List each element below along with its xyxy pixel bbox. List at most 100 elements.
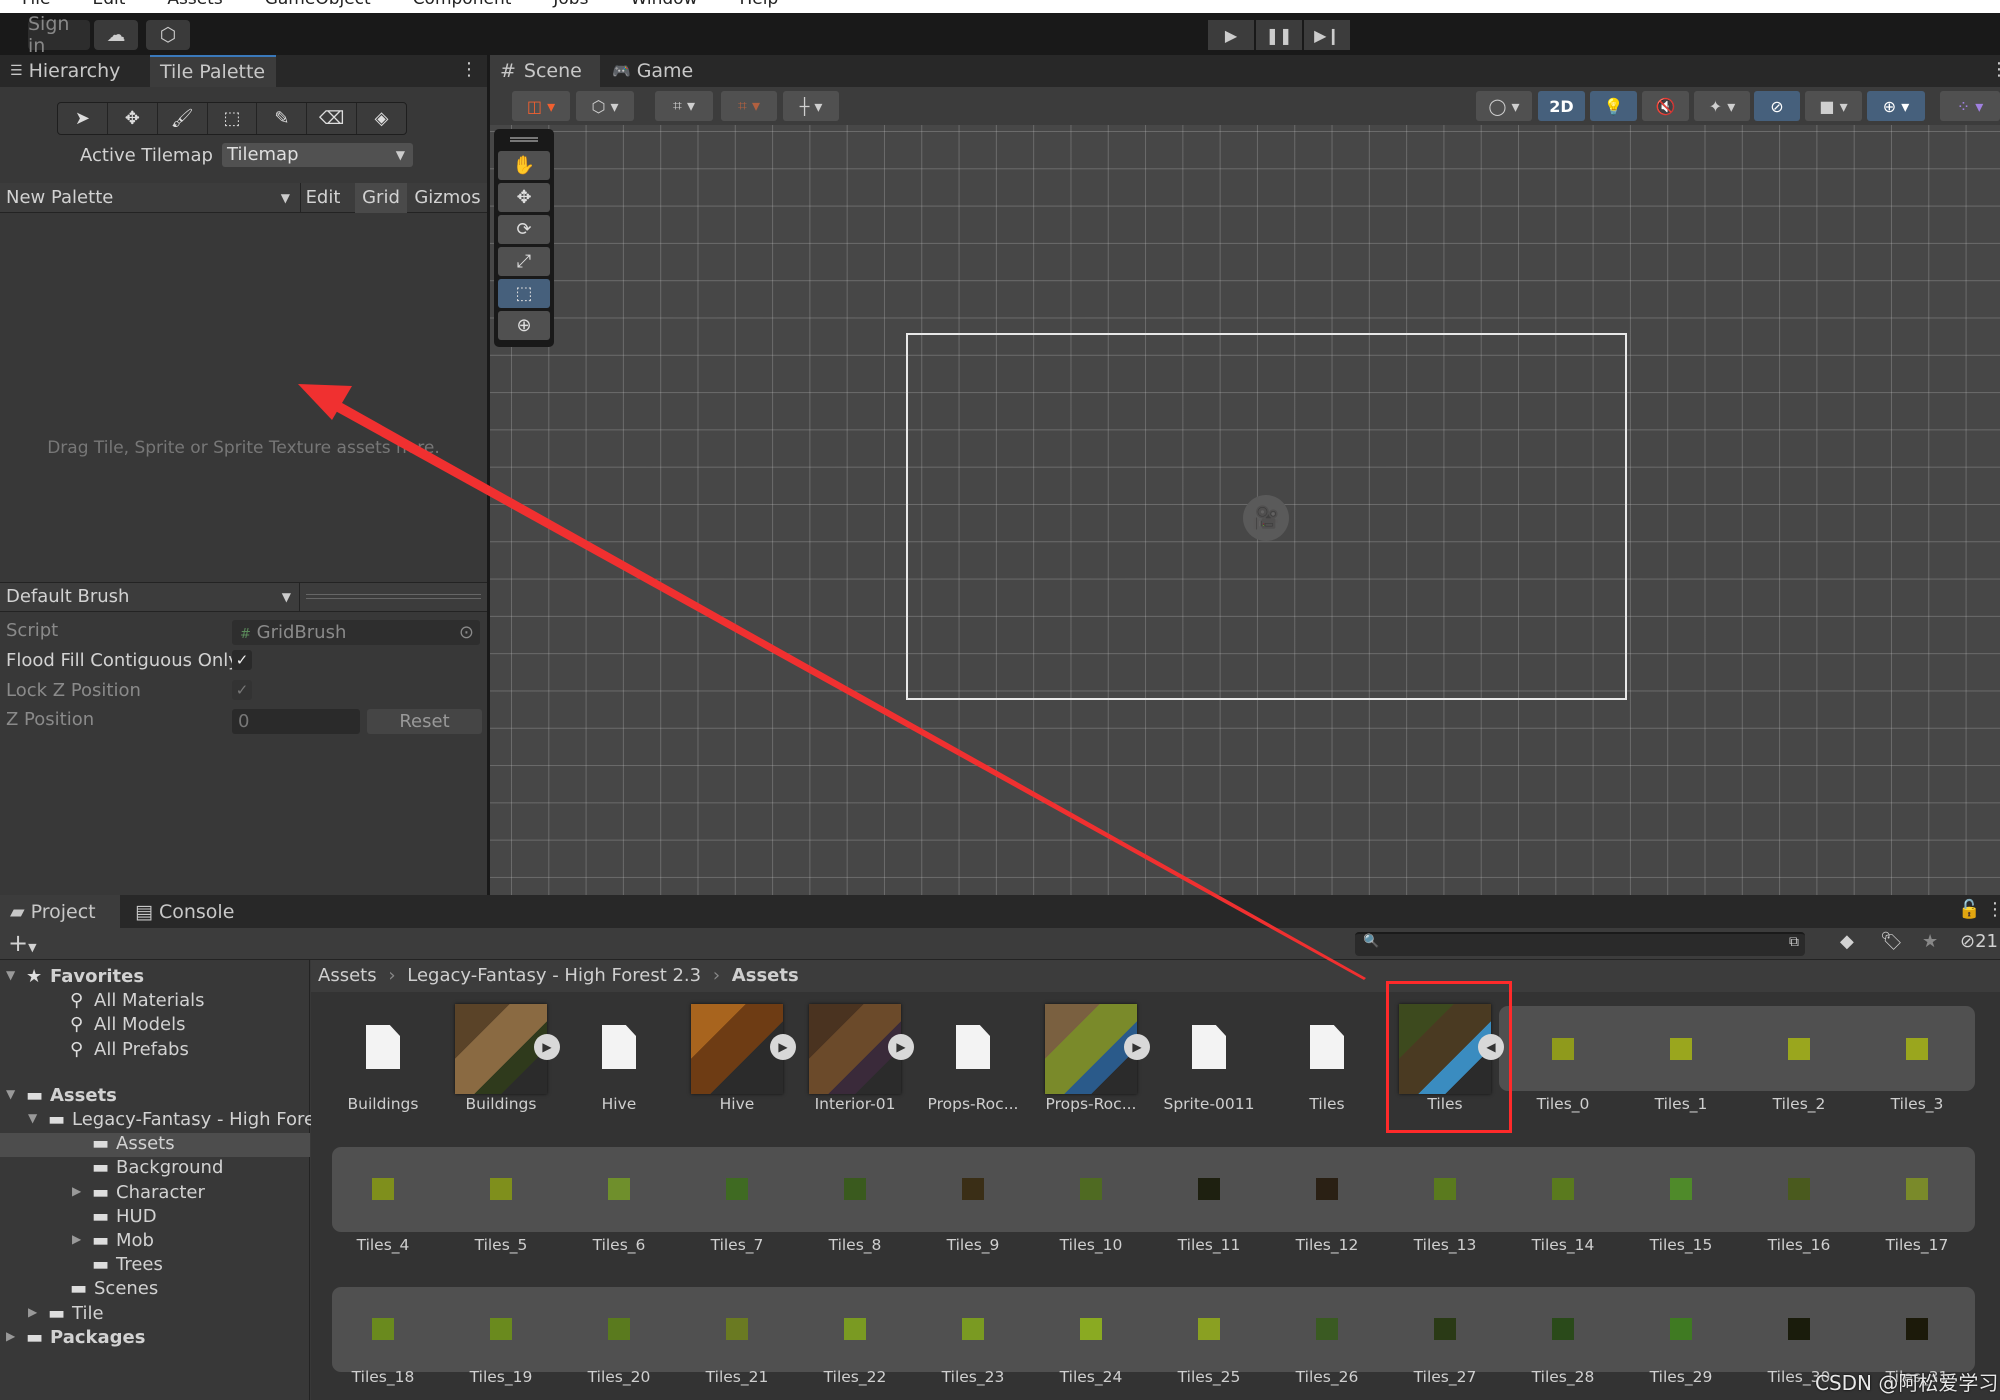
tile-sprite[interactable]: Tiles_26 xyxy=(1272,1272,1382,1392)
brush-dropdown[interactable]: Default Brush ▼ xyxy=(0,583,300,611)
tile-sprite[interactable]: Tiles_27 xyxy=(1390,1272,1500,1392)
tree-item[interactable]: ▬ Assets xyxy=(0,1133,310,1158)
menu-item[interactable]: Jobs xyxy=(553,0,588,9)
tile-sprite[interactable]: Tiles_6 xyxy=(564,1132,674,1254)
tile-sprite[interactable]: Tiles_15 xyxy=(1626,1132,1736,1254)
tile-sprite[interactable]: Tiles_4 xyxy=(328,1132,438,1254)
z-position-input[interactable]: 0 xyxy=(232,709,360,734)
more-options-icon[interactable]: ⋮ xyxy=(1986,899,2000,920)
tile-sprite[interactable]: Tiles_14 xyxy=(1508,1132,1618,1254)
increment-snap-icon[interactable]: ┼ ▾ xyxy=(783,91,839,121)
scale-tool-icon[interactable]: ⤢ xyxy=(498,247,550,276)
menu-item[interactable]: Help xyxy=(739,0,778,9)
breadcrumb-item[interactable]: Assets xyxy=(318,965,377,986)
asset-texture[interactable]: ▶ Interior-01 xyxy=(800,992,914,1113)
favorite-star-icon[interactable]: ★ xyxy=(1922,931,1938,952)
tab-tile-palette[interactable]: Tile Palette xyxy=(150,55,276,87)
transform-tool-icon[interactable]: ⊕ xyxy=(498,311,550,340)
tile-sprite[interactable]: Tiles_17 xyxy=(1862,1132,1972,1254)
tile-sprite[interactable]: Tiles_25 xyxy=(1154,1272,1264,1392)
tile-sprite[interactable]: Tiles_22 xyxy=(800,1272,910,1392)
tile-sprite[interactable]: Tiles_2 xyxy=(1744,992,1854,1113)
expand-arrow-icon[interactable]: ▼ xyxy=(28,1111,37,1125)
menu-item[interactable]: Component xyxy=(413,0,512,9)
audio-mute-icon[interactable]: 🔇 xyxy=(1642,91,1689,121)
tree-item[interactable]: ▬ Scenes xyxy=(0,1278,310,1302)
more-options-icon[interactable]: ⋮ xyxy=(460,59,478,80)
menu-item[interactable]: GameObject xyxy=(265,0,371,9)
picker-icon[interactable]: ✎ xyxy=(257,103,308,134)
hidden-objects-icon[interactable]: ⊘ xyxy=(1754,91,1800,121)
filter-type-icon[interactable]: ◆ xyxy=(1840,931,1854,952)
tab-game[interactable]: 🎮 Game xyxy=(602,55,702,87)
pause-button[interactable]: ❚❚ xyxy=(1256,20,1302,50)
move-tool-icon[interactable]: ✥ xyxy=(108,103,158,134)
menu-item[interactable]: File xyxy=(22,0,50,9)
collapse-arrow-icon[interactable]: ▶ xyxy=(6,1329,15,1343)
tile-sprite[interactable]: Tiles_24 xyxy=(1036,1272,1146,1392)
tile-sprite[interactable]: Tiles_7 xyxy=(682,1132,792,1254)
tree-item[interactable]: ▼ ▬ Assets xyxy=(0,1085,310,1109)
tree-item[interactable]: ▼ ▬ Legacy-Fantasy - High Forest 2.3 xyxy=(0,1109,366,1133)
tab-scene[interactable]: # Scene xyxy=(490,55,600,87)
lock-icon[interactable]: 🔓 xyxy=(1958,899,1980,920)
tile-sprite[interactable]: Tiles_9 xyxy=(918,1132,1028,1254)
search-input[interactable]: 🔍 ⧉ xyxy=(1355,932,1805,956)
menu-item[interactable]: Assets xyxy=(167,0,222,9)
lighting-icon[interactable]: 💡 xyxy=(1590,91,1637,121)
expand-sprites-icon[interactable]: ▶ xyxy=(770,1034,796,1060)
pivot-rotation-icon[interactable]: ⬡ ▾ xyxy=(576,91,634,121)
grid-toggle[interactable]: Grid xyxy=(355,183,407,213)
hidden-packages-toggle[interactable]: ⊘21 xyxy=(1960,931,1998,952)
tab-hierarchy[interactable]: ☰ Hierarchy xyxy=(0,55,148,87)
effects-icon[interactable]: ✦ ▾ xyxy=(1694,91,1750,121)
collapse-arrow-icon[interactable]: ▶ xyxy=(72,1184,81,1198)
flood-fill-checkbox[interactable]: ✓ xyxy=(232,650,252,670)
tree-item[interactable]: ▶ ▬ Character xyxy=(0,1182,310,1206)
2d-toggle[interactable]: 2D xyxy=(1538,91,1585,121)
object-picker-icon[interactable]: ⊙ xyxy=(459,620,474,645)
asset-file[interactable]: Sprite-0011 xyxy=(1154,992,1264,1113)
rect-tool-icon[interactable]: ⬚ xyxy=(498,279,550,308)
tile-sprite[interactable]: Tiles_20 xyxy=(564,1272,674,1392)
expand-sprites-icon[interactable]: ▶ xyxy=(534,1034,560,1060)
tool-handle-position-icon[interactable]: ◫ ▾ xyxy=(512,91,570,121)
move-tool-icon[interactable]: ✥ xyxy=(498,183,550,212)
play-button[interactable]: ▶ xyxy=(1208,20,1254,50)
tile-sprite[interactable]: Tiles_12 xyxy=(1272,1132,1382,1254)
tab-project[interactable]: ▰ Project xyxy=(0,895,120,928)
tile-sprite[interactable]: Tiles_23 xyxy=(918,1272,1028,1392)
drag-handle[interactable] xyxy=(510,137,538,142)
hand-tool-icon[interactable]: ✋ xyxy=(498,151,550,180)
tile-sprite[interactable]: Tiles_5 xyxy=(446,1132,556,1254)
tile-sprite[interactable]: Tiles_3 xyxy=(1862,992,1972,1113)
resize-handle[interactable] xyxy=(306,594,481,599)
tile-sprite[interactable]: Tiles_28 xyxy=(1508,1272,1618,1392)
active-tilemap-dropdown[interactable]: Tilemap ▼ xyxy=(222,143,413,167)
asset-texture[interactable]: ▶ Buildings xyxy=(446,992,560,1113)
palette-dropdown[interactable]: New Palette ▼ xyxy=(0,183,298,213)
camera-icon[interactable]: ■ ▾ xyxy=(1805,91,1862,121)
rotate-tool-icon[interactable]: ⟳ xyxy=(498,215,550,244)
fill-bucket-icon[interactable]: ◈ xyxy=(357,103,406,134)
search-scope-icon[interactable]: ⧉ xyxy=(1789,934,1799,950)
tile-sprite[interactable]: Tiles_1 xyxy=(1626,992,1736,1113)
eraser-icon[interactable]: ⌫ xyxy=(307,103,358,134)
collab-icon[interactable]: ⬡ xyxy=(146,20,190,50)
tree-item[interactable]: ▬ Background xyxy=(0,1157,310,1181)
tile-sprite[interactable]: Tiles_29 xyxy=(1626,1272,1736,1392)
asset-file[interactable]: Tiles xyxy=(1272,992,1382,1113)
draw-mode-icon[interactable]: ◯ ▾ xyxy=(1476,91,1532,121)
sign-in-button[interactable]: Sign in xyxy=(28,13,90,57)
menu-item[interactable]: Edit xyxy=(92,0,125,9)
expand-arrow-icon[interactable]: ▼ xyxy=(6,968,15,982)
expand-sprites-icon[interactable]: ▶ xyxy=(888,1034,914,1060)
tile-sprite[interactable]: Tiles_0 xyxy=(1508,992,1618,1113)
scene-viewport[interactable]: ✋ ✥ ⟳ ⤢ ⬚ ⊕ 🎥 xyxy=(490,125,2000,895)
snap-increment-icon[interactable]: ⌗ ▾ xyxy=(721,91,777,121)
gizmos-icon[interactable]: ⊕ ▾ xyxy=(1867,91,1925,121)
tree-item[interactable]: ▶ ▬ Tile xyxy=(0,1303,310,1327)
collapse-arrow-icon[interactable]: ▶ xyxy=(72,1232,81,1246)
tree-item[interactable]: ▬ HUD xyxy=(0,1206,310,1230)
camera-gizmo-icon[interactable]: 🎥 xyxy=(1243,495,1289,541)
